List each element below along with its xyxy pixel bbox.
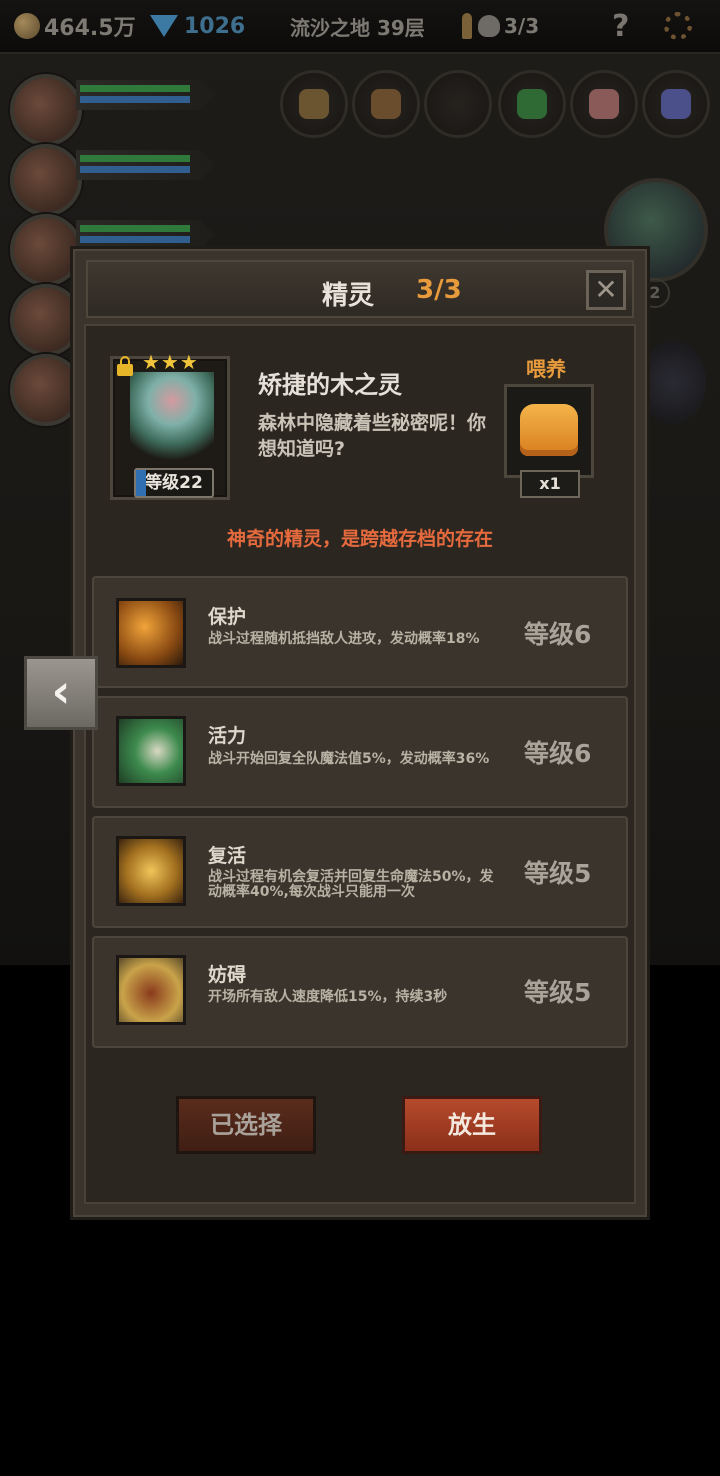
- hero-avatar-2[interactable]: [10, 144, 82, 216]
- lock-icon[interactable]: [117, 356, 133, 376]
- skill-description: 战斗开始回复全队魔法值5%，发动概率36%: [208, 751, 490, 767]
- coin-icon: [14, 13, 40, 39]
- skill-name: 活力: [208, 725, 247, 747]
- gem-amount: 1026: [184, 13, 246, 39]
- skill-description: 开场所有敌人速度降低15%，持续3秒: [208, 989, 448, 1005]
- wood-spirit-image: [130, 372, 214, 468]
- settings-button[interactable]: [664, 10, 692, 42]
- selected-button[interactable]: 已选择: [176, 1096, 316, 1154]
- bag-item-icon[interactable]: [352, 70, 420, 138]
- skull-icon: [478, 15, 500, 37]
- skill-name: 复活: [208, 845, 247, 867]
- spirit-level: 等级22: [134, 468, 214, 498]
- empty-item-slot[interactable]: [424, 70, 492, 138]
- hinder-skill-icon: [116, 955, 186, 1025]
- skill-level: 等级5: [524, 978, 592, 1007]
- dialog-title: 精灵: [322, 281, 375, 311]
- pig-item-icon[interactable]: [570, 70, 638, 138]
- gem-icon: [150, 15, 178, 37]
- gold-amount: 464.5万: [44, 16, 136, 41]
- key-skull-count: 3/3: [504, 14, 540, 38]
- gem-display: 1026: [150, 10, 245, 42]
- gold-display: 464.5万: [14, 10, 136, 42]
- back-arrow-button[interactable]: ‹: [24, 656, 98, 730]
- protect-skill-icon: [116, 598, 186, 668]
- hero-avatar-1[interactable]: [10, 74, 82, 146]
- top-status-bar: 464.5万 1026 流沙之地 39层 3/3 ?: [0, 0, 720, 54]
- key-skull-display: 3/3: [462, 10, 539, 42]
- hero-status-bar-2: [76, 150, 216, 180]
- gear-icon: [664, 12, 692, 40]
- gift-item-icon[interactable]: [642, 70, 710, 138]
- key-icon: [462, 13, 472, 39]
- skill-name: 妨碍: [208, 964, 247, 986]
- vitality-skill-icon: [116, 716, 186, 786]
- release-button[interactable]: 放生: [402, 1096, 542, 1154]
- skill-level: 等级6: [524, 739, 592, 768]
- spirit-description: 森林中隐藏着些秘密呢！你想知道吗?: [258, 412, 487, 460]
- bell-item-icon[interactable]: [280, 70, 348, 138]
- hero-status-bar-1: [76, 80, 216, 110]
- skill-level: 等级6: [524, 620, 592, 649]
- skill-description: 战斗过程随机抵挡敌人进攻，发动概率18%: [208, 631, 480, 647]
- skill-description: 战斗过程有机会复活并回复生命魔法50%，发动概率40%,每次战斗只能用一次: [208, 869, 494, 900]
- spirit-tagline: 神奇的精灵，是跨越存档的存在: [226, 528, 493, 550]
- skill-name: 保护: [208, 606, 247, 628]
- spirit-name: 矫捷的木之灵: [258, 371, 402, 399]
- feed-item-count: x1: [520, 470, 580, 498]
- feed-label: 喂养: [526, 357, 566, 381]
- leaf-item-icon[interactable]: [498, 70, 566, 138]
- close-button[interactable]: ✕: [586, 270, 626, 310]
- skill-level: 等级5: [524, 859, 592, 888]
- spirit-count: 3/3: [416, 275, 462, 305]
- dungeon-location: 流沙之地 39层: [290, 15, 425, 40]
- help-button[interactable]: ?: [612, 9, 629, 44]
- revive-skill-icon: [116, 836, 186, 906]
- bread-icon[interactable]: [520, 404, 578, 456]
- star-rating: ★★★: [142, 350, 199, 374]
